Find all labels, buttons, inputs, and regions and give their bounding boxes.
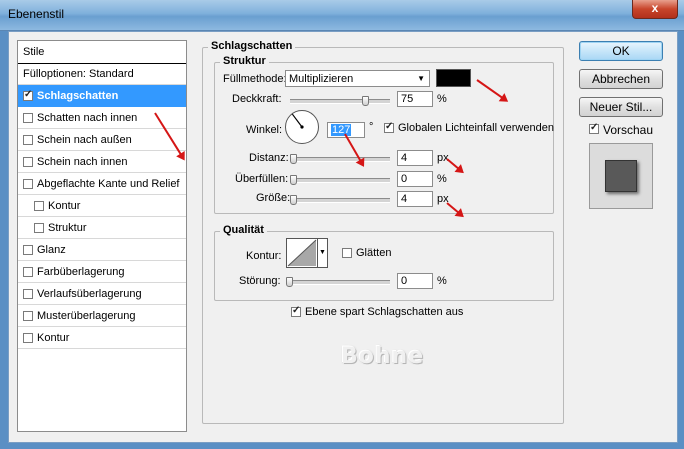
quality-group — [214, 231, 554, 301]
spread-input[interactable]: 0 — [397, 171, 433, 187]
texture-checkbox[interactable] — [34, 223, 44, 233]
stroke-checkbox[interactable] — [23, 333, 33, 343]
distance-label: Distanz: — [249, 152, 289, 164]
preview-checkbox[interactable] — [589, 122, 599, 134]
angle-needle-icon — [291, 113, 304, 129]
chevron-down-icon: ▼ — [417, 74, 425, 83]
distance-slider[interactable] — [290, 154, 390, 164]
styles-item-gradient-overlay[interactable]: Verlaufsüberlagerung — [18, 283, 186, 305]
distance-input[interactable]: 4 — [397, 150, 433, 166]
styles-item-drop-shadow[interactable]: Schlagschatten — [18, 85, 186, 107]
layer-knockout-label: Ebene spart Schlagschatten aus — [305, 306, 464, 318]
contour-curve-icon — [287, 239, 317, 267]
blend-mode-select[interactable]: Multiplizieren ▼ — [285, 70, 430, 87]
opacity-slider[interactable] — [290, 96, 390, 106]
styles-item-outer-glow[interactable]: Schein nach außen — [18, 129, 186, 151]
drop-shadow-title: Schlagschatten — [208, 40, 296, 52]
styles-item-bevel-contour[interactable]: Kontur — [18, 195, 186, 217]
bevel-contour-checkbox[interactable] — [34, 201, 44, 211]
spread-unit: % — [437, 173, 447, 185]
watermark-logo: Bohne — [341, 344, 425, 369]
cancel-button[interactable]: Abbrechen — [579, 69, 663, 89]
styles-item-stroke[interactable]: Kontur — [18, 327, 186, 349]
opacity-label: Deckkraft: — [232, 93, 282, 105]
new-style-button[interactable]: Neuer Stil... — [579, 97, 663, 117]
noise-input[interactable]: 0 — [397, 273, 433, 289]
gradient-overlay-checkbox[interactable] — [23, 289, 33, 299]
styles-item-color-overlay[interactable]: Farbüberlagerung — [18, 261, 186, 283]
noise-slider-thumb[interactable] — [286, 277, 293, 287]
angle-label: Winkel: — [246, 124, 283, 136]
styles-item-blending-options[interactable]: Fülloptionen: Standard — [18, 63, 186, 85]
spread-slider[interactable] — [290, 175, 390, 185]
size-slider[interactable] — [290, 195, 390, 205]
angle-unit: ° — [369, 121, 374, 133]
opacity-input[interactable]: 75 — [397, 91, 433, 107]
drop-shadow-checkbox[interactable] — [23, 89, 33, 101]
spread-slider-thumb[interactable] — [290, 175, 297, 185]
window-title: Ebenenstil — [8, 7, 65, 21]
shadow-color-swatch[interactable] — [436, 69, 471, 87]
noise-unit: % — [437, 275, 447, 287]
styles-item-satin[interactable]: Glanz — [18, 239, 186, 261]
preview-thumbnail — [589, 143, 653, 209]
close-icon: x — [651, 1, 659, 15]
preview-label: Vorschau — [603, 123, 654, 137]
chevron-down-icon: ▼ — [319, 249, 326, 256]
inner-glow-checkbox[interactable] — [23, 157, 33, 167]
blend-mode-label: Füllmethode: — [223, 73, 287, 85]
distance-slider-thumb[interactable] — [290, 154, 297, 164]
structure-title: Struktur — [220, 55, 269, 67]
size-label: Größe: — [256, 192, 291, 204]
styles-list-header[interactable]: Stile — [18, 41, 186, 64]
styles-item-pattern-overlay[interactable]: Musterüberlagerung — [18, 305, 186, 327]
satin-checkbox[interactable] — [23, 245, 33, 255]
spread-label: Überfüllen: — [235, 173, 289, 185]
preview-square — [605, 160, 637, 192]
styles-item-texture[interactable]: Struktur — [18, 217, 186, 239]
bevel-emboss-checkbox[interactable] — [23, 179, 33, 189]
quality-title: Qualität — [220, 224, 267, 236]
color-overlay-checkbox[interactable] — [23, 267, 33, 277]
antialias-checkbox[interactable] — [342, 248, 352, 258]
outer-glow-checkbox[interactable] — [23, 135, 33, 145]
contour-label: Kontur: — [246, 250, 282, 262]
layer-knockout-checkbox[interactable] — [291, 305, 301, 317]
close-button[interactable]: x — [632, 0, 678, 19]
pattern-overlay-checkbox[interactable] — [23, 311, 33, 321]
styles-item-inner-glow[interactable]: Schein nach innen — [18, 151, 186, 173]
contour-dropdown-button[interactable]: ▼ — [318, 238, 328, 268]
size-input[interactable]: 4 — [397, 191, 433, 207]
size-slider-thumb[interactable] — [290, 195, 297, 205]
contour-preview[interactable] — [286, 238, 318, 268]
title-bar: Ebenenstil x — [0, 0, 684, 31]
opacity-unit: % — [437, 93, 447, 105]
global-light-checkbox[interactable] — [384, 121, 394, 133]
ok-button[interactable]: OK — [579, 41, 663, 61]
angle-dial[interactable] — [285, 110, 319, 144]
global-light-label: Globalen Lichteinfall verwenden — [398, 122, 554, 134]
inner-shadow-checkbox[interactable] — [23, 113, 33, 123]
styles-list: Stile Fülloptionen: Standard Schlagschat… — [17, 40, 187, 432]
opacity-slider-thumb[interactable] — [362, 96, 369, 106]
styles-item-bevel-emboss[interactable]: Abgeflachte Kante und Relief — [18, 173, 186, 195]
noise-slider[interactable] — [286, 277, 390, 287]
dialog-body: Stile Fülloptionen: Standard Schlagschat… — [8, 31, 678, 443]
noise-label: Störung: — [239, 275, 281, 287]
antialias-label: Glätten — [356, 247, 392, 259]
